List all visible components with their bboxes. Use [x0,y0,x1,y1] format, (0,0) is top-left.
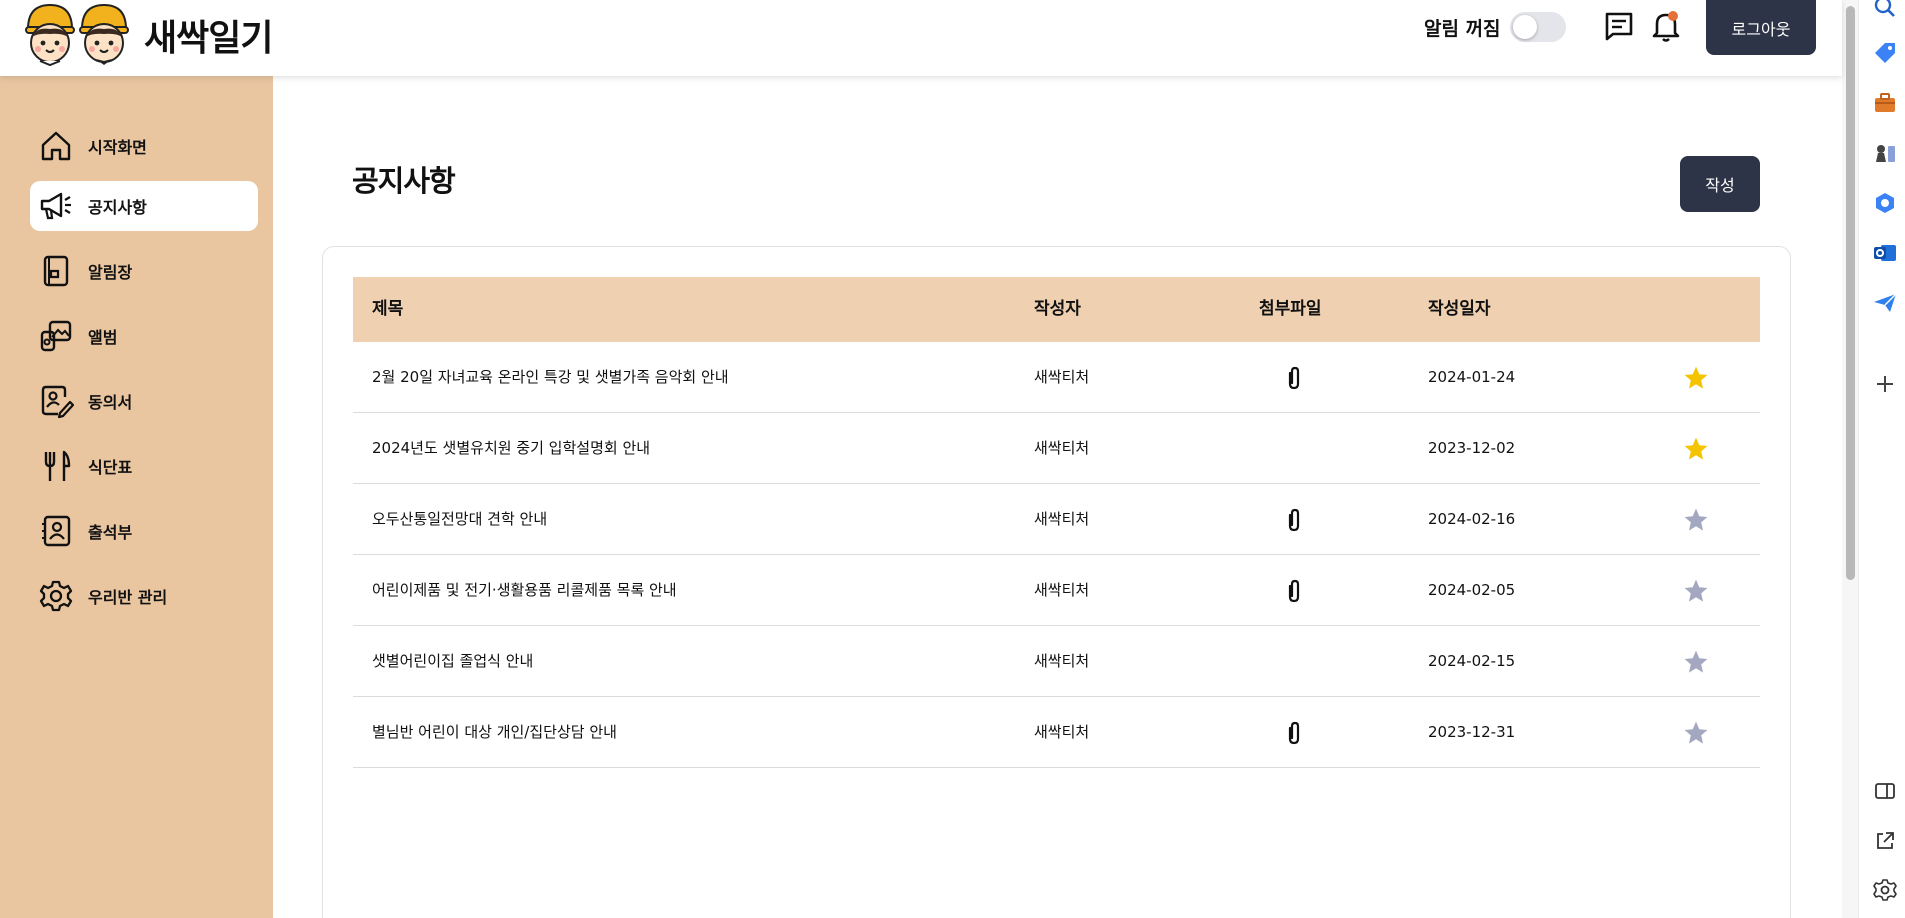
table-row[interactable]: 2024년도 샛별유치원 중기 입학설명회 안내 새싹티처 2023-12-02 [353,413,1760,484]
home-icon [41,131,71,161]
star-icon[interactable] [1683,649,1709,675]
sidebar-item-label: 우리반 관리 [88,588,168,607]
rail-divider [1858,0,1859,918]
settings-icon[interactable] [1872,877,1898,903]
sidebar-toggle-icon[interactable] [1872,778,1898,804]
notice-date: 2024-01-24 [1428,368,1516,386]
star-icon[interactable] [1683,578,1709,604]
chat-icon[interactable] [1601,8,1637,44]
star-icon[interactable] [1683,436,1709,462]
star-icon[interactable] [1683,365,1709,391]
notice-date: 2024-02-05 [1428,581,1516,599]
sidebar-item-label: 공지사항 [88,198,147,217]
bell-icon[interactable] [1648,8,1684,44]
notice-title[interactable]: 샛별어린이집 졸업식 안내 [372,626,533,697]
toggle-knob [1513,15,1537,39]
sidebar-item-attendance[interactable]: 출석부 [30,506,258,556]
sidebar-item-label: 동의서 [88,393,133,412]
paperclip-icon[interactable] [1282,507,1306,533]
notice-date: 2024-02-16 [1428,510,1516,528]
notice-author: 새싹티처 [1034,439,1090,457]
search-icon[interactable] [1872,0,1898,20]
notice-author: 새싹티처 [1034,581,1090,599]
notice-title[interactable]: 어린이제품 및 전기·생활용품 리콜제품 목록 안내 [372,555,677,626]
top-header: 새싹일기 알림 꺼짐 로그아웃 [0,0,1842,76]
fork-knife-icon [44,450,71,481]
star-icon[interactable] [1683,507,1709,533]
star-icon[interactable] [1683,720,1709,746]
notice-title[interactable]: 2월 20일 자녀교육 온라인 특강 및 샛별가족 음악회 안내 [372,342,729,413]
table-row[interactable]: 오두산통일전망대 견학 안내 새싹티처 2024-02-16 [353,484,1760,555]
mascot-kid-icon [25,3,75,67]
sidebar-item-notice[interactable]: 공지사항 [30,181,258,231]
sidebar-item-home[interactable]: 시작화면 [30,121,258,171]
column-header-attachment: 첨부파일 [1259,299,1322,319]
notice-title[interactable]: 오두산통일전망대 견학 안내 [372,484,547,555]
sidebar-item-album[interactable]: 앨범 [30,311,258,361]
notice-author: 새싹티처 [1034,723,1090,741]
notice-author: 새싹티처 [1034,652,1090,670]
briefcase-icon[interactable] [1872,90,1898,116]
notice-date: 2023-12-31 [1428,723,1516,741]
album-icon [40,320,72,352]
mascot-kid-icon [79,3,129,65]
notebook-icon [43,255,69,287]
alarm-status-label: 알림 꺼짐 [1424,18,1501,40]
copilot-icon[interactable] [1872,190,1898,216]
send-icon[interactable] [1872,290,1898,316]
sidebar-item-consent[interactable]: 동의서 [30,376,258,426]
column-header-date: 작성일자 [1428,299,1491,319]
paperclip-icon[interactable] [1282,578,1306,604]
alarm-toggle[interactable] [1510,12,1566,42]
megaphone-icon [40,192,71,220]
table-row[interactable]: 어린이제품 및 전기·생활용품 리콜제품 목록 안내 새싹티처 2024-02-… [353,555,1760,626]
page-title: 공지사항 [352,164,456,198]
table-header: 제목 작성자 첨부파일 작성일자 [353,277,1760,342]
chess-icon[interactable] [1872,140,1898,166]
add-icon[interactable] [1872,371,1898,397]
notice-author: 새싹티처 [1034,368,1090,386]
sidebar-item-menu[interactable]: 식단표 [30,441,258,491]
sidebar-item-label: 알림장 [88,263,133,282]
paperclip-icon[interactable] [1282,365,1306,391]
attendance-icon [42,515,71,547]
paperclip-icon[interactable] [1282,720,1306,746]
outlook-icon[interactable] [1872,240,1898,266]
write-button[interactable]: 작성 [1680,156,1760,212]
sidebar-item-label: 식단표 [88,458,133,477]
notice-title[interactable]: 2024년도 샛별유치원 중기 입학설명회 안내 [372,413,650,484]
column-header-title: 제목 [372,299,404,319]
column-header-author: 작성자 [1034,299,1081,319]
notice-author: 새싹티처 [1034,510,1090,528]
table-row[interactable]: 2월 20일 자녀교육 온라인 특강 및 샛별가족 음악회 안내 새싹티처 20… [353,342,1760,413]
sidebar: 시작화면 공지사항 알림장 앨범 동의서 식단표 출석부 우리반 관리 [0,76,273,918]
sidebar-item-class-settings[interactable]: 우리반 관리 [30,571,258,621]
sidebar-item-label: 시작화면 [88,138,147,157]
table-row[interactable]: 샛별어린이집 졸업식 안내 새싹티처 2024-02-15 [353,626,1760,697]
consent-form-icon [41,385,74,419]
scrollbar-thumb[interactable] [1846,6,1855,580]
app-name: 새싹일기 [144,18,273,59]
sidebar-item-label: 출석부 [88,523,133,542]
sidebar-item-notebook[interactable]: 알림장 [30,246,258,296]
sidebar-item-label: 앨범 [88,328,118,347]
notice-date: 2023-12-02 [1428,439,1516,457]
tag-icon[interactable] [1872,40,1898,66]
open-external-icon[interactable] [1872,828,1898,854]
app-logo[interactable]: 새싹일기 [22,0,273,70]
gear-icon [39,580,73,612]
logout-button[interactable]: 로그아웃 [1706,0,1816,55]
notice-date: 2024-02-15 [1428,652,1516,670]
notice-title[interactable]: 별님반 어린이 대상 개인/집단상담 안내 [372,697,617,768]
table-row[interactable]: 별님반 어린이 대상 개인/집단상담 안내 새싹티처 2023-12-31 [353,697,1760,768]
